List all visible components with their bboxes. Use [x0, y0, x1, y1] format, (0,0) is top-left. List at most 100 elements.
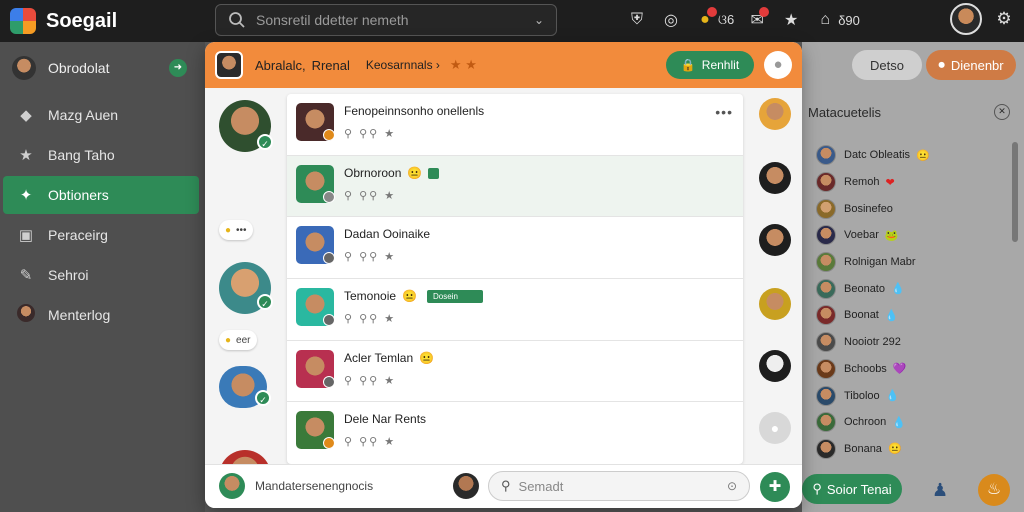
sidebar-item-2[interactable]: ✦ Obtioners — [3, 176, 199, 214]
list-item[interactable]: Dele Nar Rents ⚲ ⚲⚲ ★ — [287, 402, 743, 464]
avatar[interactable] — [759, 162, 791, 194]
person-icon[interactable]: ♟ — [932, 480, 948, 501]
footer-label: Mandatersenengnocis — [255, 479, 374, 493]
close-icon[interactable]: ✕ — [994, 104, 1010, 120]
footer-search-input[interactable]: Semadt — [519, 479, 564, 494]
home-icon[interactable]: ⌂ — [808, 4, 842, 36]
add-button[interactable]: ✚ — [760, 472, 790, 502]
list-item[interactable]: Voebar 🐸 — [816, 222, 1006, 249]
search-input[interactable]: Sonsretil ddetter nemeth — [256, 12, 534, 28]
avatar — [816, 412, 836, 433]
sidebar-user[interactable]: Obrodolat ➜ — [0, 42, 205, 94]
avatar — [816, 385, 836, 406]
avatar — [816, 438, 836, 459]
list-item[interactable]: Ochroon 💧 — [816, 409, 1006, 436]
emoji-icon[interactable]: ● — [688, 4, 722, 36]
user-icon[interactable]: ● — [759, 412, 791, 444]
target-icon[interactable]: ◎ — [654, 4, 688, 36]
modal-header-subtitle[interactable]: Keosarnnals › — [366, 58, 440, 72]
avatar[interactable] — [759, 288, 791, 320]
gear-icon[interactable]: ⚙ — [990, 5, 1018, 33]
right-panel-header: Matacuetelis ✕ — [802, 92, 1024, 132]
demand-button-label: Dienenbr — [950, 57, 1004, 73]
send-button-label: Soior Tenai — [826, 481, 892, 497]
scrollbar[interactable] — [1012, 142, 1018, 242]
reaction-pill[interactable]: ● eer — [219, 330, 257, 350]
star-icon: ★ — [19, 147, 33, 164]
avatar — [816, 278, 836, 299]
avatar[interactable] — [759, 98, 791, 130]
modal-right-column: ● — [753, 88, 799, 462]
list-item[interactable]: Acler Temlan 😐 ⚲ ⚲⚲ ★ — [287, 341, 743, 403]
right-panel: Detso ⏺ Dienenbr Matacuetelis ✕ Datc Oble… — [802, 42, 1024, 512]
reaction-pill[interactable]: ● ••• — [219, 220, 253, 240]
chat-icon[interactable]: ✉ — [740, 4, 774, 36]
profile-avatar[interactable] — [950, 3, 982, 35]
avatar[interactable] — [759, 350, 791, 382]
user-icon[interactable]: ● — [764, 51, 792, 79]
list-item[interactable]: Bonana 😐 — [816, 436, 1006, 463]
app-logo[interactable]: Soegail — [10, 8, 210, 34]
gallery-icon: ▣ — [18, 227, 34, 244]
sidebar-item-3[interactable]: ▣ Peraceirg — [0, 216, 205, 254]
list-item[interactable]: Obrnoroon 😐 ⚲ ⚲⚲ ★ — [287, 155, 743, 218]
search-bar[interactable]: Sonsretil ddetter nemeth ⌄ — [215, 4, 557, 36]
list-item[interactable]: Boonat 💧 — [816, 302, 1006, 329]
rating-stars: ★ ★ — [449, 57, 477, 72]
list-item[interactable]: Bchoobs 💜 — [816, 356, 1006, 383]
sidebar-item-label: Bang Taho — [48, 147, 115, 163]
avatar — [219, 473, 245, 499]
contact-meta: ⚲ ⚲⚲ ★ — [344, 313, 397, 326]
sidebar-item-1[interactable]: ★ Bang Taho — [0, 136, 205, 174]
chevron-down-icon[interactable]: ⌄ — [534, 13, 544, 27]
avatar — [215, 51, 243, 79]
sidebar-item-label: Menterlog — [48, 307, 111, 323]
avatar[interactable] — [453, 473, 479, 499]
status-badge — [323, 437, 335, 450]
list-item[interactable]: Temonoie 😐 Dosein ⚲ ⚲⚲ ★ — [287, 279, 743, 341]
contact-list: Fenopeinnsonho onellenls ⚲ ⚲⚲ ★ ••• Obrn… — [287, 94, 743, 464]
sidebar-item-0[interactable]: ◆ Mazg Auen — [0, 96, 205, 134]
sidebar-user-name: Obrodolat — [48, 60, 110, 76]
tag-icon: ◆ — [20, 107, 32, 124]
modal-header-role: Rrenal — [311, 57, 350, 73]
fire-icon[interactable]: ♨ — [978, 474, 1010, 506]
header-action-label: Renhlit — [701, 58, 740, 72]
shield-icon[interactable]: ⛨ — [620, 4, 654, 36]
sidebar-item-4[interactable]: ✎ Sehroi — [0, 256, 205, 294]
sidebar-item-label: Obtioners — [48, 187, 109, 203]
contact-name: Dadan Ooinaike — [344, 227, 431, 242]
avatar[interactable] — [759, 224, 791, 256]
send-icon: ⚲ — [812, 481, 822, 496]
list-item[interactable]: Beonato 💧 — [816, 275, 1006, 302]
list-item[interactable]: Datc Obleatis 😐 — [816, 142, 1006, 169]
list-item[interactable]: Tiboloo 💧 — [816, 382, 1006, 409]
contact-meta: ⚲ ⚲⚲ ★ — [344, 189, 397, 202]
puzzle-icon: ✦ — [19, 187, 33, 204]
clear-icon[interactable]: ⊙ — [727, 479, 737, 493]
flame-icon: ⏺ — [938, 57, 945, 72]
send-button[interactable]: ⚲ Soior Tenai — [802, 474, 902, 504]
demand-button[interactable]: ⏺ Dienenbr — [926, 50, 1016, 80]
sidebar-item-5[interactable]: Menterlog — [0, 296, 205, 334]
avatar — [12, 56, 36, 80]
top-icon-group: ⛨ ◎ ● ଓ6 ✉ ★ ⌂ δ90 — [620, 4, 866, 36]
list-item[interactable]: Remoh ❤ — [816, 169, 1006, 196]
avatar — [816, 198, 836, 219]
footer-search[interactable]: ⚲ Semadt ⊙ — [488, 471, 750, 501]
list-item[interactable]: Nooiotr 292 — [816, 329, 1006, 356]
avatar-icon — [16, 304, 36, 326]
left-sidebar: Obrodolat ➜ ◆ Mazg Auen ★ Bang Taho ✦ Obtio… — [0, 42, 205, 512]
list-item[interactable]: Bosinefeo — [816, 195, 1006, 222]
list-item[interactable]: Dadan Ooinaike ⚲ ⚲⚲ ★ — [287, 217, 743, 280]
sidebar-item-label: Mazg Auen — [48, 107, 119, 123]
header-action-button[interactable]: 🔒 Renhlit — [666, 51, 754, 79]
right-panel-title: Matacuetelis — [808, 104, 881, 120]
list-item[interactable]: Rolnigan Mabr — [816, 249, 1006, 276]
details-button[interactable]: Detso — [852, 50, 922, 80]
star-icon[interactable]: ★ — [774, 4, 808, 36]
arrow-icon[interactable]: ➜ — [169, 59, 187, 77]
more-icon[interactable]: ••• — [715, 104, 733, 120]
contact-name: Dele Nar Rents — [344, 412, 427, 427]
list-item[interactable]: Fenopeinnsonho onellenls ⚲ ⚲⚲ ★ ••• — [287, 94, 743, 156]
